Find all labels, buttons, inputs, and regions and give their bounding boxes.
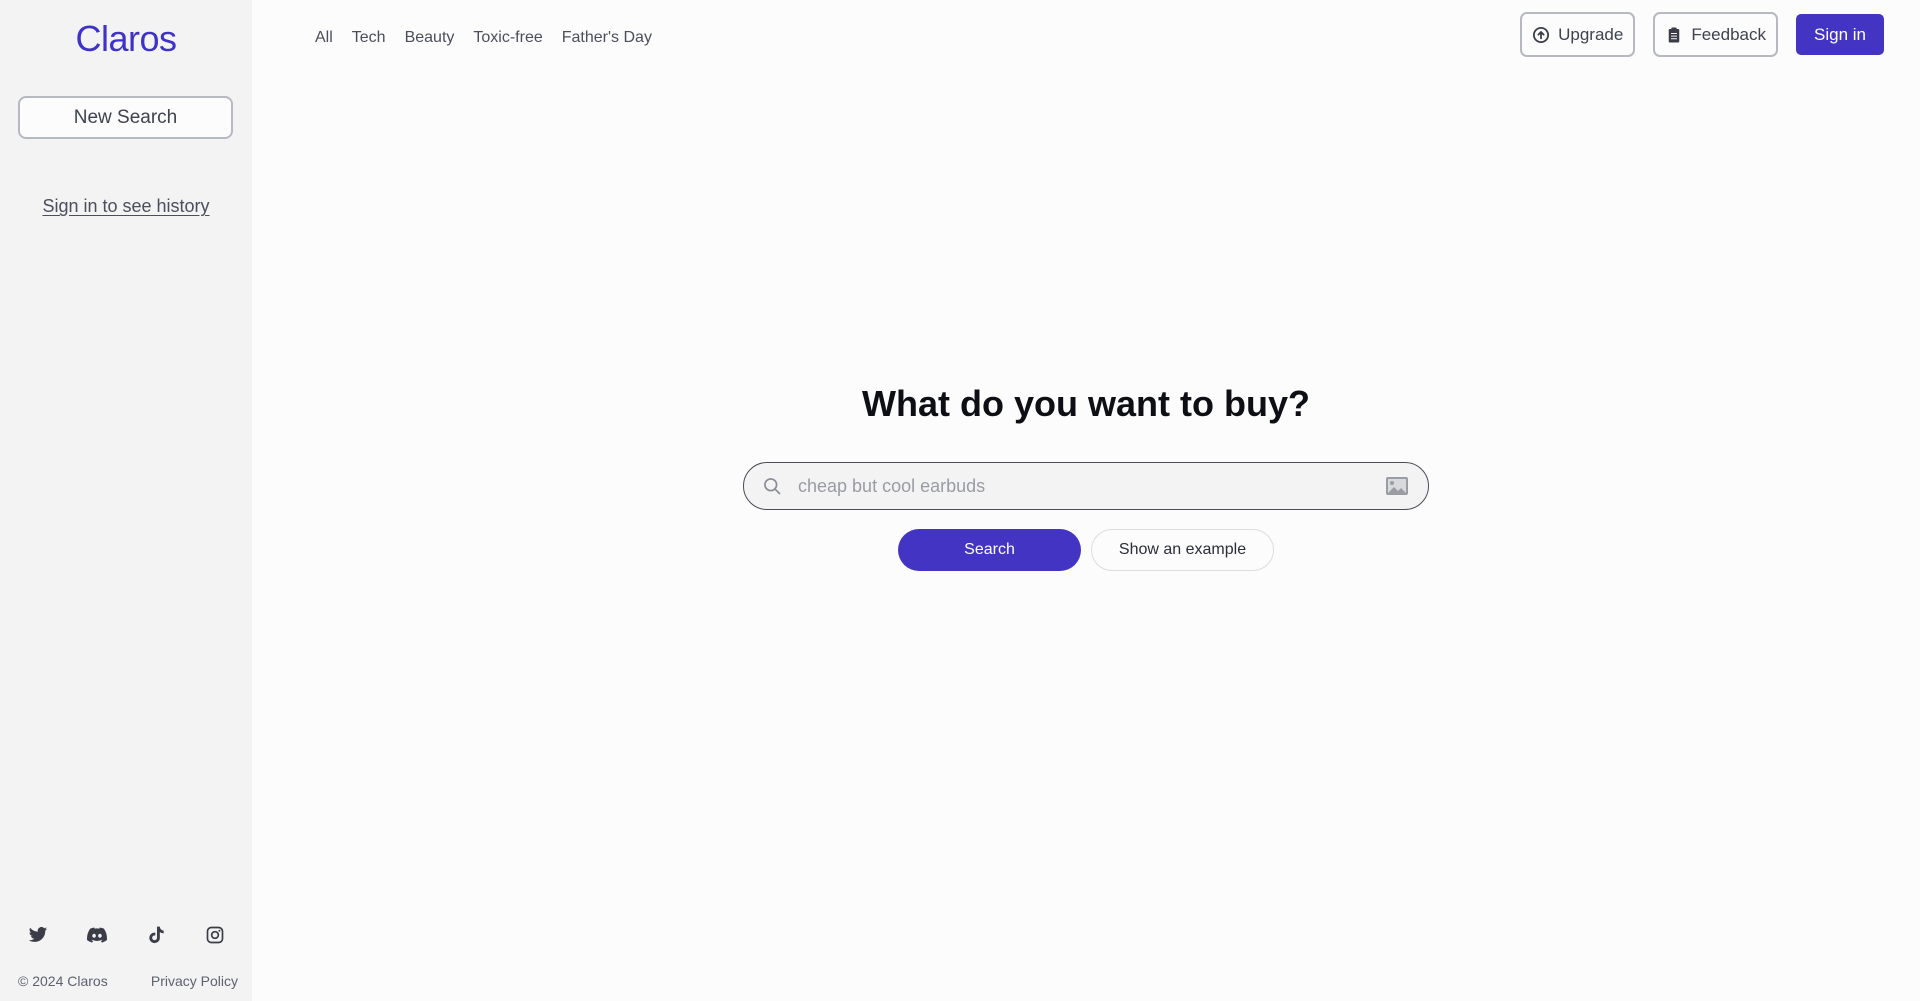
tiktok-icon[interactable] [145, 924, 167, 946]
tab-tech[interactable]: Tech [352, 29, 386, 47]
feedback-button[interactable]: Feedback [1653, 12, 1779, 57]
tab-fathers-day[interactable]: Father's Day [562, 29, 652, 47]
sign-in-button[interactable]: Sign in [1796, 14, 1884, 55]
discord-icon[interactable] [86, 924, 108, 946]
instagram-icon[interactable] [204, 924, 226, 946]
sidebar-footer: © 2024 Claros Privacy Policy [18, 973, 238, 989]
search-actions: Search Show an example [898, 529, 1274, 571]
page-title: What do you want to buy? [862, 383, 1310, 424]
upgrade-label: Upgrade [1558, 24, 1624, 44]
image-upload-icon[interactable] [1386, 477, 1408, 495]
tab-toxic-free[interactable]: Toxic-free [473, 29, 542, 47]
sidebar: Claros New Search Sign in to see history… [0, 0, 252, 1001]
clipboard-icon [1669, 27, 1680, 42]
search-button[interactable]: Search [898, 529, 1081, 571]
upgrade-button[interactable]: Upgrade [1520, 12, 1636, 57]
logo[interactable]: Claros [0, 18, 252, 60]
search-icon [764, 478, 781, 495]
arrow-up-circle-icon [1533, 26, 1550, 43]
sign-in-history-link[interactable]: Sign in to see history [0, 196, 252, 217]
social-links [0, 924, 252, 946]
copyright-text: © 2024 Claros [18, 973, 108, 989]
new-search-button[interactable]: New Search [18, 96, 233, 139]
search-bar [743, 462, 1429, 510]
show-example-button[interactable]: Show an example [1091, 529, 1274, 571]
twitter-icon[interactable] [27, 924, 49, 946]
tab-beauty[interactable]: Beauty [405, 29, 455, 47]
tab-all[interactable]: All [315, 29, 333, 47]
privacy-policy-link[interactable]: Privacy Policy [151, 973, 238, 989]
category-tabs: All Tech Beauty Toxic-free Father's Day [315, 29, 652, 47]
search-input[interactable] [798, 475, 1386, 497]
header-actions: Upgrade Feedback Sign in [1520, 12, 1884, 57]
feedback-label: Feedback [1691, 24, 1767, 44]
